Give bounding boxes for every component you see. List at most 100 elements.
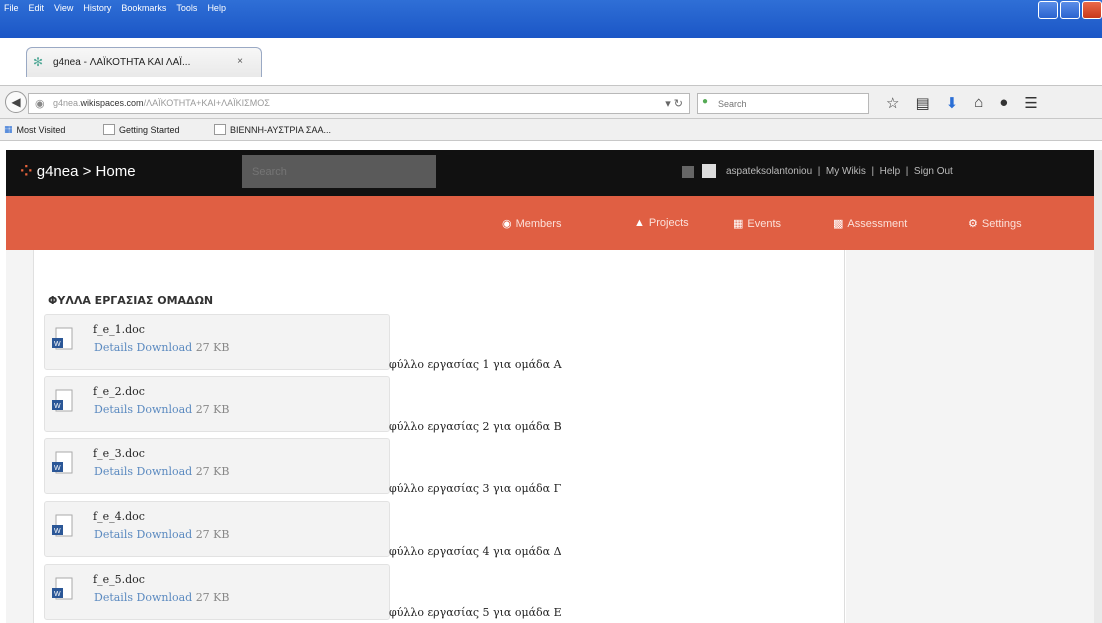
nav-label: Settings: [981, 217, 1022, 230]
site-logo[interactable]: ⁘ g4nea > Home: [20, 162, 136, 180]
menu-bar: File Edit View History Bookmarks Tools H…: [4, 3, 226, 13]
file-description: φύλλο εργασίας 2 για ομάδα Β: [389, 420, 562, 433]
bookmark-getting-started[interactable]: Getting Started: [103, 124, 180, 135]
url-text: g4nea.wikispaces.com/ΛΑΪΚΟΤΗΤΑ+ΚΑΙ+ΛΑΪΚΙ…: [53, 98, 270, 108]
my-wikis-link[interactable]: My Wikis: [826, 166, 866, 177]
word-doc-icon: W: [52, 451, 73, 474]
page-left-margin: [6, 250, 33, 623]
nav-settings[interactable]: ⚙ Settings: [968, 217, 1022, 231]
details-link[interactable]: Details: [94, 465, 133, 478]
file-name[interactable]: f_e_1.doc: [93, 323, 145, 336]
word-doc-icon: W: [52, 327, 73, 350]
details-link[interactable]: Details: [94, 591, 133, 604]
details-link[interactable]: Details: [94, 528, 133, 541]
menu-tools[interactable]: Tools: [176, 3, 197, 13]
browser-tab[interactable]: ✻ g4nea - ΛΑΪΚΟΤΗΤΑ ΚΑΙ ΛΑΪ... ×: [26, 47, 262, 77]
calendar-icon: ▦: [733, 218, 744, 230]
close-window-button[interactable]: [1082, 1, 1102, 19]
file-name[interactable]: f_e_3.doc: [93, 447, 145, 460]
menu-hamburger-icon[interactable]: ☰: [1024, 94, 1037, 112]
help-link[interactable]: Help: [880, 166, 901, 177]
bookmark-most-visited[interactable]: ▦ Most Visited: [4, 124, 65, 135]
svg-text:W: W: [54, 465, 61, 472]
svg-text:W: W: [54, 591, 61, 598]
file-item: W f_e_4.doc Details Download 27 KB: [44, 501, 390, 557]
download-link[interactable]: Download: [137, 403, 193, 416]
file-item: W f_e_5.doc Details Download 27 KB: [44, 564, 390, 620]
menu-history[interactable]: History: [83, 3, 111, 13]
download-link[interactable]: Download: [137, 465, 193, 478]
user-avatar[interactable]: [702, 164, 716, 178]
separator: |: [868, 166, 877, 177]
bookmark-label: Most Visited: [16, 124, 66, 135]
svg-text:W: W: [54, 403, 61, 410]
sidebar: [846, 250, 1094, 623]
bookmarks-list-icon[interactable]: ▤: [915, 94, 929, 112]
notifications-icon[interactable]: [682, 166, 694, 178]
browser-search-bar[interactable]: ●: [697, 93, 869, 114]
separator: |: [902, 166, 912, 177]
minimize-button[interactable]: [1038, 1, 1058, 19]
chat-icon[interactable]: ●: [999, 94, 1008, 112]
address-bar[interactable]: ◉ g4nea.wikispaces.com/ΛΑΪΚΟΤΗΤΑ+ΚΑΙ+ΛΑΪ…: [28, 93, 690, 114]
nav-events[interactable]: ▦ Events: [733, 217, 782, 231]
home-icon[interactable]: ⌂: [974, 94, 983, 112]
menu-bookmarks[interactable]: Bookmarks: [121, 3, 166, 13]
details-link[interactable]: Details: [94, 341, 133, 354]
breadcrumb[interactable]: g4nea > Home: [37, 163, 136, 180]
site-favicon-icon: ✻: [33, 55, 44, 69]
file-size: 27 KB: [195, 465, 230, 478]
downloads-icon[interactable]: ⬇: [946, 94, 959, 112]
file-name[interactable]: f_e_5.doc: [93, 573, 145, 586]
nav-projects[interactable]: ▲ Projects: [634, 217, 689, 229]
download-link[interactable]: Download: [137, 591, 193, 604]
bookmark-star-icon[interactable]: ☆: [886, 94, 899, 112]
reload-icon[interactable]: ▾ ↻: [665, 97, 683, 110]
svg-text:W: W: [54, 528, 61, 535]
navigation-toolbar: ◀ ◉ g4nea.wikispaces.com/ΛΑΪΚΟΤΗΤΑ+ΚΑΙ+Λ…: [0, 85, 1102, 119]
site-search-input[interactable]: [242, 155, 436, 188]
download-link[interactable]: Download: [137, 341, 193, 354]
menu-view[interactable]: View: [54, 3, 73, 13]
menu-edit[interactable]: Edit: [29, 3, 45, 13]
svg-text:W: W: [54, 341, 61, 348]
gear-icon: ⚙: [968, 218, 978, 230]
bookmark-label: Getting Started: [119, 124, 180, 135]
nav-members[interactable]: ◉ Members: [502, 217, 562, 231]
file-size: 27 KB: [195, 403, 230, 416]
toolbar-icons: ☆ ▤ ⬇ ⌂ ● ☰: [886, 94, 1038, 112]
file-meta: Details Download 27 KB: [94, 591, 229, 604]
page-scrollbar[interactable]: [1094, 150, 1102, 623]
nav-label: Projects: [648, 217, 689, 229]
details-link[interactable]: Details: [94, 403, 133, 416]
file-name[interactable]: f_e_4.doc: [93, 510, 145, 523]
back-arrow-icon[interactable]: ◀: [5, 91, 27, 113]
new-tab-button[interactable]: +: [270, 50, 279, 68]
nav-label: Members: [515, 217, 562, 230]
word-doc-icon: W: [52, 577, 73, 600]
file-size: 27 KB: [195, 591, 230, 604]
menu-help[interactable]: Help: [207, 3, 226, 13]
site-header: ⁘ g4nea > Home aspateksolantoniou | My W…: [6, 150, 1094, 196]
wikispaces-logo-icon: ⁘: [20, 163, 33, 180]
file-name[interactable]: f_e_2.doc: [93, 385, 145, 398]
browser-search-input[interactable]: [718, 96, 858, 111]
file-meta: Details Download 27 KB: [94, 403, 229, 416]
nav-assessment[interactable]: ▩ Assessment: [833, 217, 907, 231]
bookmark-vienna[interactable]: ΒΙΕΝΝΗ-ΑΥΣΤΡΙΑ ΣΑΑ...: [214, 124, 331, 135]
file-description: φύλλο εργασίας 5 για ομάδα Ε: [389, 606, 562, 619]
download-link[interactable]: Download: [137, 528, 193, 541]
globe-icon: ◉: [35, 98, 45, 110]
word-doc-icon: W: [52, 389, 73, 412]
tab-close-icon[interactable]: ×: [237, 56, 243, 67]
menu-file[interactable]: File: [4, 3, 19, 13]
maximize-button[interactable]: [1060, 1, 1080, 19]
page-icon: [103, 124, 115, 135]
file-description: φύλλο εργασίας 4 για ομάδα Δ: [389, 545, 562, 558]
username-link[interactable]: aspateksolantoniou: [726, 166, 812, 177]
page-icon: [214, 124, 226, 135]
nav-label: Events: [747, 217, 782, 230]
sign-out-link[interactable]: Sign Out: [914, 166, 953, 177]
file-meta: Details Download 27 KB: [94, 341, 229, 354]
bookmark-label: ΒΙΕΝΝΗ-ΑΥΣΤΡΙΑ ΣΑΑ...: [230, 124, 331, 135]
